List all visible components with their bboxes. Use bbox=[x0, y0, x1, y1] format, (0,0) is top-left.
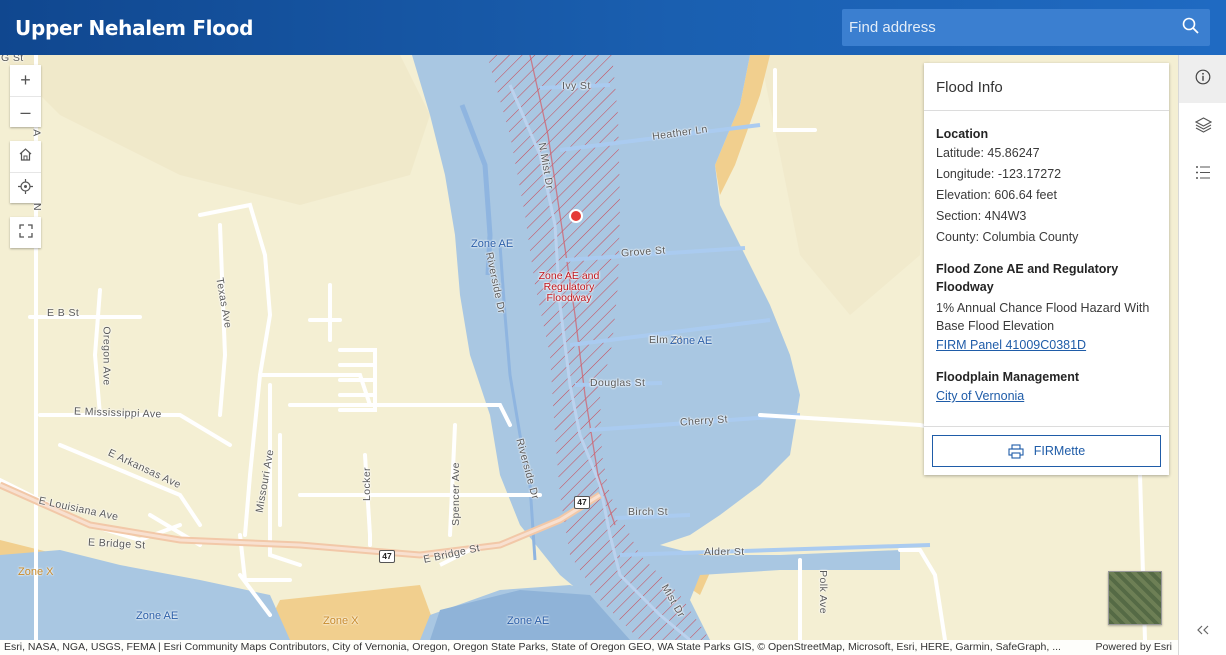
zoom-out-button[interactable]: – bbox=[10, 96, 41, 127]
home-icon bbox=[18, 146, 33, 167]
street-label: Oregon Ave bbox=[100, 326, 113, 386]
panel-title: Flood Info bbox=[924, 63, 1169, 111]
zone-ae-label: Zone AE bbox=[670, 335, 713, 347]
legend-button[interactable] bbox=[1179, 151, 1226, 199]
search-button[interactable] bbox=[1170, 9, 1210, 46]
route-shield: 47 bbox=[574, 496, 590, 509]
street-label: N bbox=[30, 203, 43, 211]
info-icon bbox=[1195, 69, 1211, 90]
latitude-value: Latitude: 45.86247 bbox=[936, 146, 1040, 160]
street-label: A bbox=[30, 129, 43, 137]
zone-description: 1% Annual Chance Flood Hazard With Base … bbox=[936, 301, 1150, 333]
firmette-label: FIRMette bbox=[1033, 444, 1086, 458]
street-label: Polk Ave bbox=[816, 570, 829, 614]
divider bbox=[924, 426, 1169, 427]
zone-ae-label: Zone AE bbox=[471, 238, 514, 250]
elevation-value: Elevation: 606.64 feet bbox=[936, 188, 1057, 202]
location-marker[interactable] bbox=[569, 209, 583, 223]
search-icon bbox=[1182, 17, 1199, 39]
list-icon bbox=[1195, 165, 1211, 185]
layers-icon bbox=[1194, 116, 1212, 138]
fullscreen-button[interactable] bbox=[10, 217, 41, 248]
fullscreen-control bbox=[10, 217, 41, 248]
section-heading: Location bbox=[936, 127, 989, 141]
floodway-label: Zone AE and Regulatory Floodway bbox=[538, 270, 600, 304]
street-label: E B St bbox=[47, 307, 80, 319]
section-heading: Floodplain Management bbox=[936, 370, 1080, 384]
flood-info-panel: Flood Info Location Latitude: 45.86247 L… bbox=[924, 63, 1169, 475]
firm-panel-link[interactable]: FIRM Panel 41009C0381D bbox=[936, 338, 1086, 352]
home-button[interactable] bbox=[10, 141, 41, 172]
location-section: Location Latitude: 45.86247 Longitude: -… bbox=[936, 125, 1157, 248]
right-action-bar bbox=[1178, 55, 1226, 655]
search-box[interactable] bbox=[842, 9, 1210, 46]
county-value: County: Columbia County bbox=[936, 230, 1079, 244]
collapse-button[interactable] bbox=[1179, 615, 1226, 645]
street-label: G St bbox=[1, 55, 24, 64]
printer-icon bbox=[1008, 443, 1024, 459]
route-shield: 47 bbox=[379, 550, 395, 563]
zoom-controls: + – bbox=[10, 65, 41, 127]
street-label: Alder St bbox=[704, 546, 745, 558]
street-label: Douglas St bbox=[590, 377, 646, 389]
attribution-text: Esri, NASA, NGA, USGS, FEMA | Esri Commu… bbox=[4, 641, 1061, 653]
locate-button[interactable] bbox=[10, 172, 41, 203]
info-button[interactable] bbox=[1179, 55, 1226, 103]
locate-icon bbox=[18, 178, 33, 199]
section-heading: Flood Zone AE and Regulatory Floodway bbox=[936, 262, 1119, 294]
basemap-toggle[interactable] bbox=[1108, 571, 1162, 625]
powered-by[interactable]: Powered by Esri bbox=[1096, 640, 1172, 655]
chevrons-left-icon bbox=[1197, 622, 1209, 638]
attribution-bar: Esri, NASA, NGA, USGS, FEMA | Esri Commu… bbox=[0, 640, 1178, 655]
flood-zone-section: Flood Zone AE and Regulatory Floodway 1%… bbox=[936, 260, 1157, 356]
floodplain-section: Floodplain Management City of Vernonia bbox=[936, 368, 1157, 407]
street-label: Locker bbox=[360, 467, 373, 501]
zone-x-label: Zone X bbox=[18, 566, 54, 578]
firmette-button[interactable]: FIRMette bbox=[932, 435, 1161, 467]
nav-controls bbox=[10, 141, 41, 203]
zoom-in-button[interactable]: + bbox=[10, 65, 41, 96]
app-title: Upper Nehalem Flood bbox=[15, 15, 254, 40]
fullscreen-icon bbox=[18, 222, 33, 243]
longitude-value: Longitude: -123.17272 bbox=[936, 167, 1062, 181]
zone-ae-label: Zone AE bbox=[136, 610, 179, 622]
zone-x-label: Zone X bbox=[323, 615, 359, 627]
app-header: Upper Nehalem Flood bbox=[0, 0, 1226, 55]
street-label: Birch St bbox=[628, 506, 668, 518]
street-label: Ivy St bbox=[562, 80, 591, 92]
city-link[interactable]: City of Vernonia bbox=[936, 389, 1024, 403]
layers-button[interactable] bbox=[1179, 103, 1226, 151]
zone-ae-label: Zone AE bbox=[507, 615, 550, 627]
street-label: Spencer Ave bbox=[449, 462, 462, 526]
search-input[interactable] bbox=[842, 9, 1170, 46]
section-value: Section: 4N4W3 bbox=[936, 209, 1027, 223]
